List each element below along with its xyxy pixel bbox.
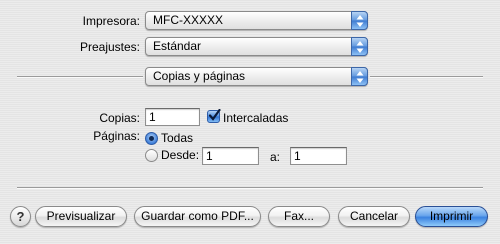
printer-popup-value: MFC-XXXXX (153, 13, 224, 27)
print-button[interactable]: Imprimir (415, 206, 488, 227)
save-pdf-button[interactable]: Guardar como PDF... (134, 206, 261, 227)
pages-all-label[interactable]: Todas (161, 130, 193, 146)
updown-arrows-icon (351, 67, 368, 86)
copies-field[interactable]: 1 (145, 108, 200, 126)
pages-from-field[interactable]: 1 (202, 147, 259, 165)
presets-popup-value: Estándar (153, 39, 202, 53)
fax-button[interactable]: Fax... (268, 206, 330, 227)
pages-all-radio[interactable] (145, 132, 158, 145)
updown-arrows-icon (351, 11, 368, 30)
section-popup[interactable]: Copias y páginas (145, 67, 368, 86)
copies-label: Copias: (99, 111, 140, 125)
printer-label: Impresora: (82, 14, 140, 28)
pages-range-radio[interactable] (145, 149, 158, 162)
bottom-separator (17, 187, 483, 188)
pages-to-field[interactable]: 1 (290, 147, 347, 165)
presets-popup[interactable]: Estándar (145, 37, 368, 56)
help-button[interactable]: ? (10, 206, 31, 227)
separator-left (17, 76, 143, 77)
updown-arrows-icon (351, 37, 368, 56)
separator-right (370, 76, 483, 77)
collate-checkbox[interactable] (207, 109, 221, 123)
checkmark-icon (208, 109, 221, 121)
printer-popup[interactable]: MFC-XXXXX (145, 11, 368, 30)
collate-label[interactable]: Intercaladas (223, 110, 288, 126)
pages-label: Páginas: (93, 129, 140, 143)
section-popup-value: Copias y páginas (153, 69, 246, 83)
presets-label: Preajustes: (79, 40, 140, 54)
preview-button[interactable]: Previsualizar (35, 206, 127, 227)
pages-to-label: a: (270, 150, 281, 164)
pages-from-label[interactable]: Desde: (161, 147, 199, 163)
cancel-button[interactable]: Cancelar (338, 206, 410, 227)
